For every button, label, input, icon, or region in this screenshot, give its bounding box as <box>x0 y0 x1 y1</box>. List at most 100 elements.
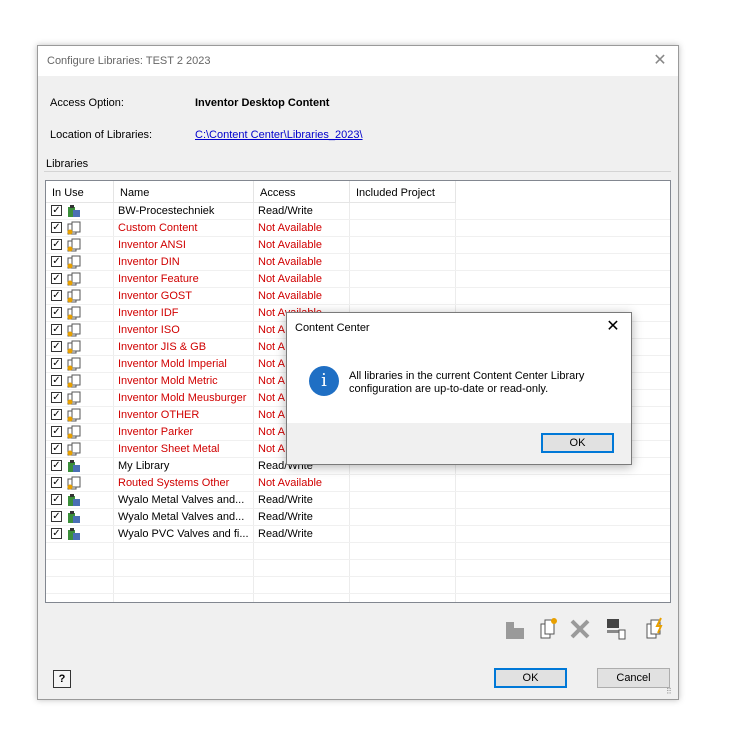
column-header-name[interactable]: Name <box>114 181 254 203</box>
in-use-checkbox[interactable]: ✓ <box>51 494 62 505</box>
in-use-checkbox[interactable]: ✓ <box>51 511 62 522</box>
location-link[interactable]: C:\Content Center\Libraries_2023\ <box>195 129 363 141</box>
library-unavailable-icon <box>67 374 81 388</box>
library-access: Read/Write <box>258 494 313 506</box>
library-properties-icon[interactable] <box>607 619 626 640</box>
table-row[interactable]: ✓ Routed Systems Other Not Available <box>46 475 670 492</box>
library-access: Not Available <box>258 290 323 302</box>
title-bar: Configure Libraries: TEST 2 2023 ✕ <box>38 46 678 76</box>
message-box-title: Content Center <box>295 322 370 334</box>
table-row[interactable] <box>46 577 670 594</box>
column-header-access[interactable]: Access <box>254 181 350 203</box>
close-icon[interactable]: ✕ <box>603 317 623 337</box>
in-use-checkbox[interactable]: ✓ <box>51 256 62 267</box>
upgrade-library-icon[interactable] <box>506 622 524 639</box>
library-unavailable-icon <box>67 340 81 354</box>
table-row[interactable]: ✓ Inventor GOST Not Available <box>46 288 670 305</box>
library-unavailable-icon <box>67 357 81 371</box>
library-name: Inventor JIS & GB <box>118 341 207 353</box>
library-name: Inventor Feature <box>118 273 199 285</box>
library-readwrite-icon <box>68 205 80 217</box>
in-use-checkbox[interactable]: ✓ <box>51 443 62 454</box>
library-name: Wyalo Metal Valves and... <box>118 511 245 523</box>
access-option-label: Access Option: <box>50 97 124 109</box>
in-use-checkbox[interactable]: ✓ <box>51 290 62 301</box>
library-name: Inventor DIN <box>118 256 180 268</box>
close-icon[interactable]: ✕ <box>650 51 670 71</box>
table-row[interactable]: ✓ Inventor ANSI Not Available <box>46 237 670 254</box>
library-access: Not Available <box>258 477 323 489</box>
table-row[interactable]: ✓ Inventor DIN Not Available <box>46 254 670 271</box>
table-row[interactable] <box>46 560 670 577</box>
column-header-included-project[interactable]: Included Project <box>350 181 456 203</box>
in-use-checkbox[interactable]: ✓ <box>51 358 62 369</box>
library-readwrite-icon <box>68 511 80 523</box>
library-unavailable-icon <box>67 476 81 490</box>
library-name: Inventor Mold Imperial <box>118 358 227 370</box>
ok-button[interactable]: OK <box>494 668 567 688</box>
library-unavailable-icon <box>67 221 81 235</box>
in-use-checkbox[interactable]: ✓ <box>51 239 62 250</box>
library-unavailable-icon <box>67 408 81 422</box>
in-use-checkbox[interactable]: ✓ <box>51 392 62 403</box>
library-unavailable-icon <box>67 238 81 252</box>
migrate-library-icon[interactable] <box>646 617 663 639</box>
library-access: Read/Write <box>258 528 313 540</box>
library-name: Routed Systems Other <box>118 477 230 489</box>
library-readwrite-icon <box>68 494 80 506</box>
library-unavailable-icon <box>67 391 81 405</box>
message-ok-button[interactable]: OK <box>541 433 614 453</box>
library-access: Not Available <box>258 256 323 268</box>
library-name: Custom Content <box>118 222 198 234</box>
library-name: Wyalo PVC Valves and fi... <box>118 528 249 540</box>
library-unavailable-icon <box>67 425 81 439</box>
help-button[interactable]: ? <box>53 670 71 688</box>
in-use-checkbox[interactable]: ✓ <box>51 205 62 216</box>
in-use-checkbox[interactable]: ✓ <box>51 375 62 386</box>
library-name: Wyalo Metal Valves and... <box>118 494 245 506</box>
message-text: All libraries in the current Content Cen… <box>349 370 585 395</box>
message-box-footer: OK <box>287 423 631 464</box>
library-unavailable-icon <box>67 442 81 456</box>
table-row[interactable]: ✓ Custom Content Not Available <box>46 220 670 237</box>
in-use-checkbox[interactable]: ✓ <box>51 341 62 352</box>
in-use-checkbox[interactable]: ✓ <box>51 426 62 437</box>
library-access: Not Available <box>258 273 323 285</box>
library-name: Inventor ISO <box>118 324 180 336</box>
library-name: Inventor Parker <box>118 426 194 438</box>
table-row[interactable] <box>46 543 670 560</box>
library-name: Inventor Sheet Metal <box>118 443 220 455</box>
libraries-group-line <box>44 171 671 172</box>
in-use-checkbox[interactable]: ✓ <box>51 273 62 284</box>
table-row[interactable]: ✓ Wyalo PVC Valves and fi... Read/Write <box>46 526 670 543</box>
dialog-title: Configure Libraries: TEST 2 2023 <box>47 55 211 67</box>
create-library-icon[interactable] <box>540 618 557 639</box>
info-icon: i <box>309 366 339 396</box>
in-use-checkbox[interactable]: ✓ <box>51 528 62 539</box>
in-use-checkbox[interactable]: ✓ <box>51 324 62 335</box>
in-use-checkbox[interactable]: ✓ <box>51 222 62 233</box>
remove-library-icon[interactable] <box>570 619 590 639</box>
cancel-button[interactable]: Cancel <box>597 668 670 688</box>
library-access: Not Available <box>258 239 323 251</box>
in-use-checkbox[interactable]: ✓ <box>51 477 62 488</box>
library-toolbar <box>506 617 663 640</box>
column-header-in-use[interactable]: In Use <box>46 181 114 203</box>
library-unavailable-icon <box>67 272 81 286</box>
table-row[interactable]: ✓ Wyalo Metal Valves and... Read/Write <box>46 492 670 509</box>
in-use-checkbox[interactable]: ✓ <box>51 307 62 318</box>
resize-grip-icon[interactable]: ⠿ <box>666 687 676 697</box>
library-name: My Library <box>118 460 170 472</box>
library-unavailable-icon <box>67 255 81 269</box>
in-use-checkbox[interactable]: ✓ <box>51 460 62 471</box>
content-center-message-box: Content Center ✕ i All libraries in the … <box>286 312 632 465</box>
in-use-checkbox[interactable]: ✓ <box>51 409 62 420</box>
access-option-value: Inventor Desktop Content <box>195 97 330 109</box>
libraries-group-label: Libraries <box>46 158 92 170</box>
library-readwrite-icon <box>68 528 80 540</box>
library-access: Not Available <box>258 222 323 234</box>
table-row[interactable]: ✓ Wyalo Metal Valves and... Read/Write <box>46 509 670 526</box>
table-row[interactable]: ✓ Inventor Feature Not Available <box>46 271 670 288</box>
library-unavailable-icon <box>67 323 81 337</box>
table-row[interactable]: ✓ BW-Procestechniek Read/Write <box>46 203 670 220</box>
